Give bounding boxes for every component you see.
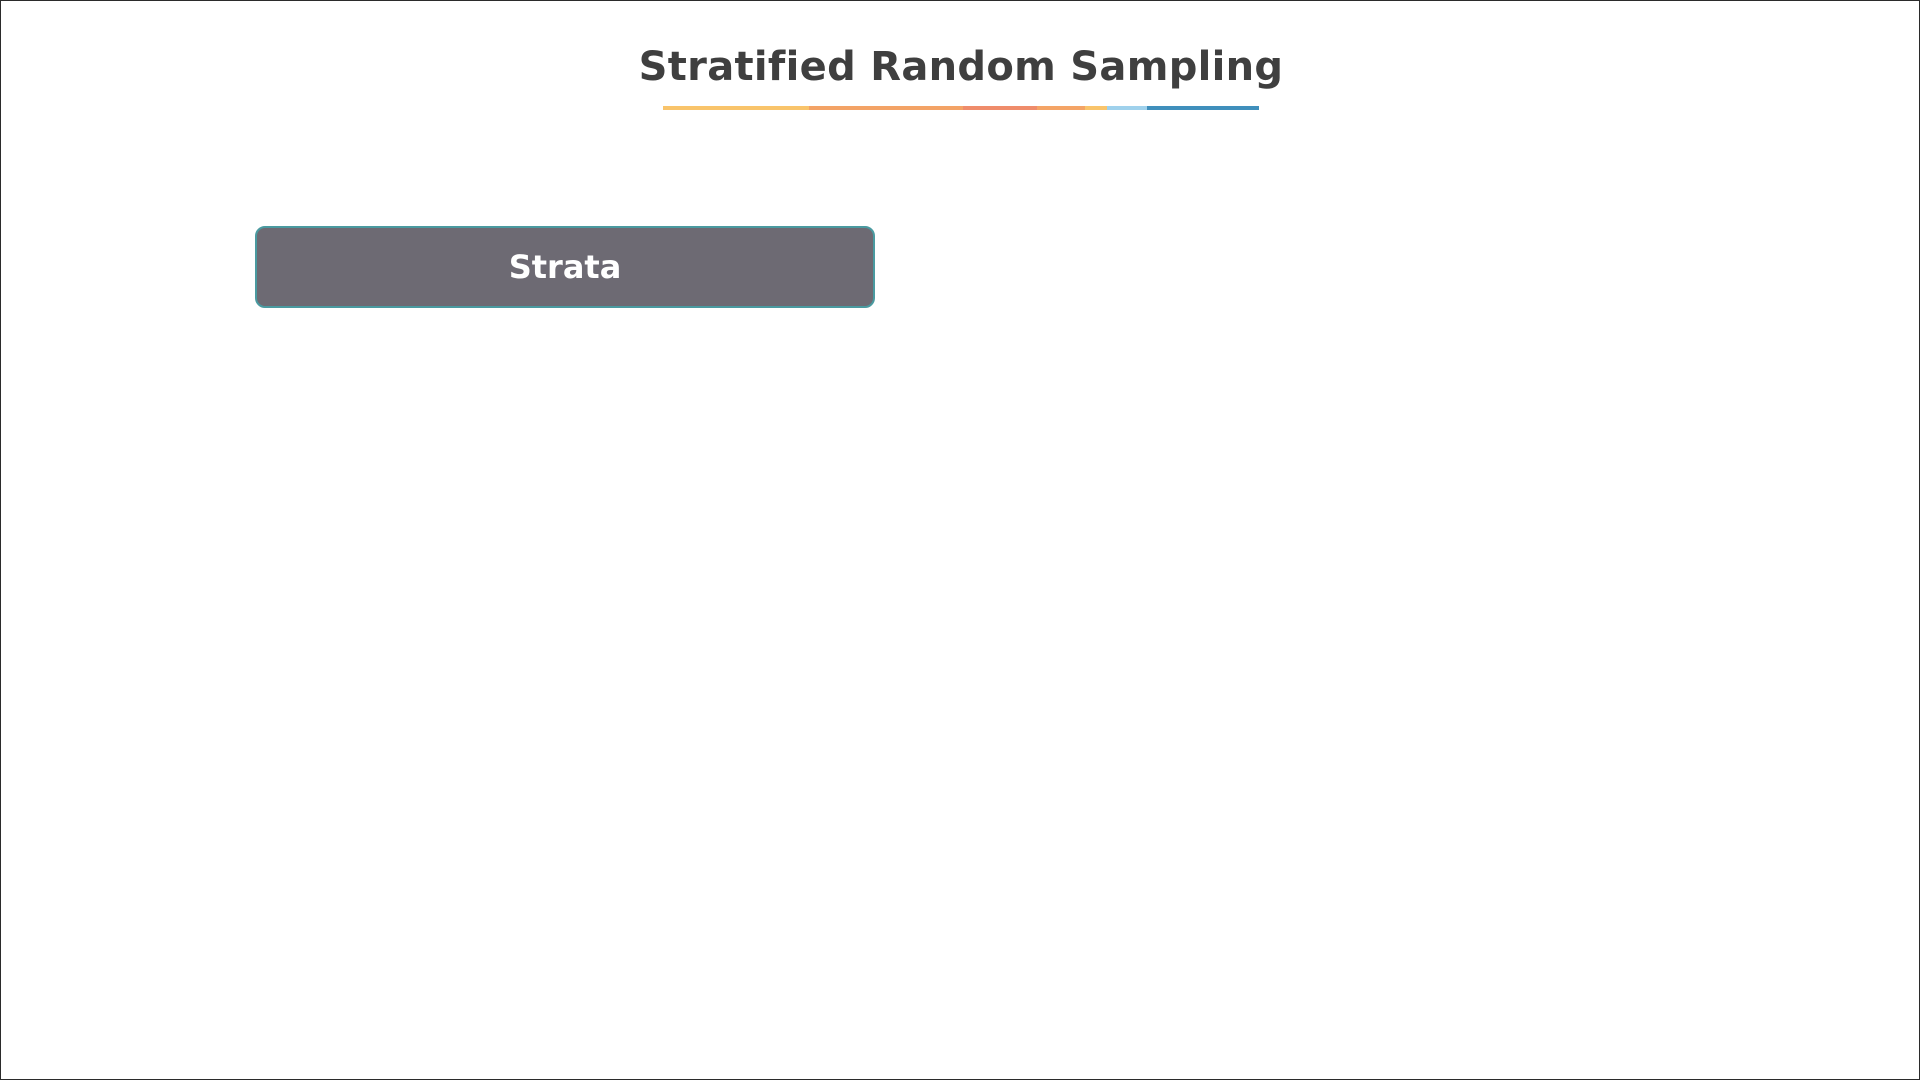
underline-segment-7 (1147, 106, 1259, 110)
underline-segment-1 (663, 106, 809, 110)
slide-title: Stratified Random Sampling (638, 44, 1284, 90)
strata-label: Strata (508, 248, 622, 286)
underline-segment-4 (1037, 106, 1085, 110)
underline-segment-3 (963, 106, 1037, 110)
underline-segment-6 (1107, 106, 1147, 110)
strata-box[interactable]: Strata (255, 226, 875, 308)
slide-canvas: Stratified Random Sampling Strata (0, 0, 1920, 1080)
underline-segment-5 (1085, 106, 1107, 110)
underline-segment-2 (809, 106, 963, 110)
title-underline (663, 106, 1259, 110)
